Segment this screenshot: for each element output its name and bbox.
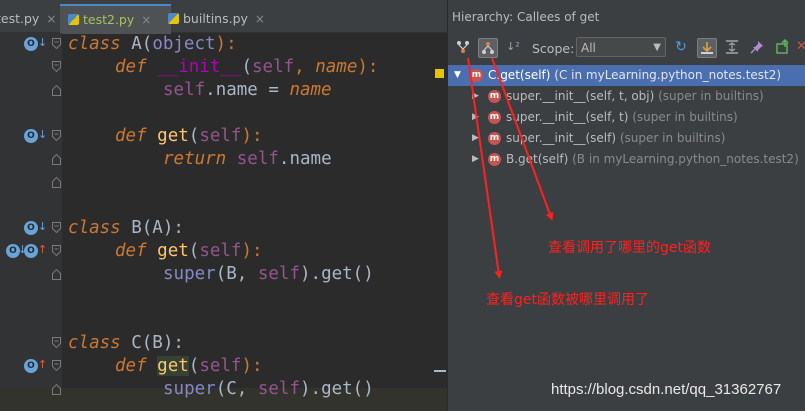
annotation-arrow-callers [467, 57, 503, 279]
annotation-callees-text: 查看调用了哪里的get函数 [548, 240, 711, 256]
annotation-arrow-callees [491, 57, 554, 221]
watermark-text: https://blog.csdn.net/qq_31362767 [551, 381, 782, 398]
annotation-arrows [467, 57, 554, 279]
annotation-callers-text: 查看get函数被哪里调用了 [486, 292, 649, 308]
